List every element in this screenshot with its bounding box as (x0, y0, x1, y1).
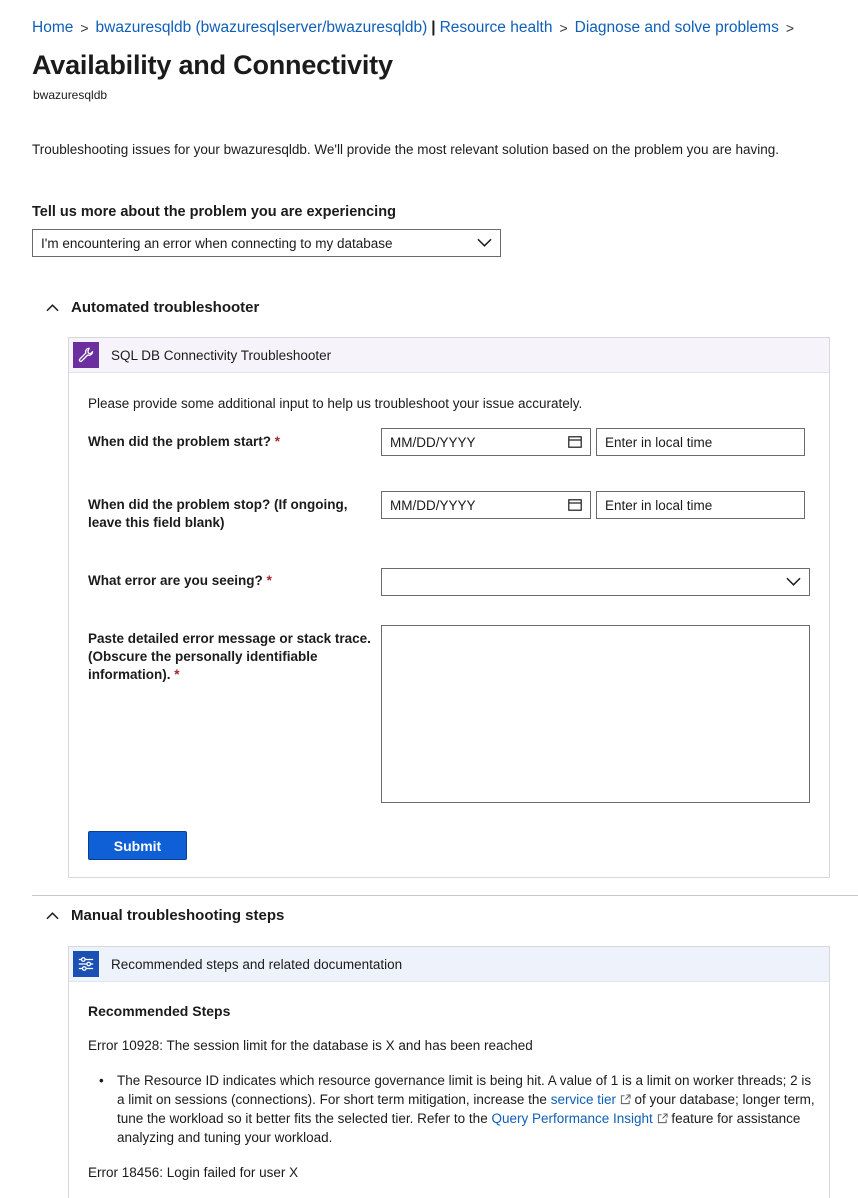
troubleshooter-card-header: SQL DB Connectivity Troubleshooter (69, 338, 829, 373)
page-title: Availability and Connectivity (32, 50, 393, 80)
recommended-card-header: Recommended steps and related documentat… (69, 947, 829, 982)
section-divider (32, 895, 858, 896)
error-select[interactable] (381, 568, 810, 596)
chevron-down-icon (477, 238, 492, 247)
problem-select-value: I'm encountering an error when connectin… (41, 235, 393, 251)
stop-time-input[interactable]: Enter in local time (596, 491, 805, 519)
manual-section-title: Manual troubleshooting steps (71, 907, 285, 924)
problem-label: Tell us more about the problem you are e… (32, 204, 396, 220)
intro-text: Troubleshooting issues for your bwazures… (32, 142, 779, 157)
troubleshooter-prompt: Please provide some additional input to … (88, 396, 583, 411)
breadcrumb-separator: > (785, 20, 795, 36)
breadcrumb-database[interactable]: bwazuresqldb (bwazuresqlserver/bwazuresq… (96, 19, 428, 37)
chevron-up-icon (46, 912, 59, 920)
external-link-icon[interactable] (620, 1094, 631, 1105)
page-subtitle: bwazuresqldb (33, 88, 108, 102)
start-time-input[interactable]: Enter in local time (596, 428, 805, 456)
query-performance-insight-link[interactable]: Query Performance Insight (491, 1111, 652, 1126)
sliders-icon (73, 951, 99, 977)
error-label: What error are you seeing? * (88, 573, 272, 588)
bullet-dot: • (99, 1073, 104, 1088)
breadcrumb-resource-health[interactable]: Resource health (440, 19, 553, 37)
start-date-input[interactable]: MM/DD/YYYY (381, 428, 591, 456)
breadcrumb: Home > bwazuresqldb (bwazuresqlserver/bw… (32, 19, 801, 37)
start-label: When did the problem start? * (88, 434, 281, 449)
stop-label: When did the problem stop? (If ongoing, … (88, 497, 348, 530)
recommended-card-title: Recommended steps and related documentat… (111, 956, 403, 972)
details-label: Paste detailed error message or stack tr… (88, 631, 371, 682)
breadcrumb-diagnose[interactable]: Diagnose and solve problems (575, 19, 779, 37)
automated-section-header[interactable]: Automated troubleshooter (46, 299, 259, 316)
automated-section-title: Automated troubleshooter (71, 299, 260, 316)
breadcrumb-separator: > (559, 20, 568, 36)
required-mark: * (274, 434, 281, 449)
required-mark: * (174, 667, 180, 682)
calendar-icon[interactable] (568, 499, 582, 511)
calendar-icon[interactable] (568, 436, 582, 448)
wrench-icon (73, 342, 99, 368)
breadcrumb-pipe: | (431, 19, 436, 36)
stop-date-input[interactable]: MM/DD/YYYY (381, 491, 591, 519)
chevron-down-icon (786, 577, 801, 586)
problem-select[interactable]: I'm encountering an error when connectin… (32, 229, 501, 257)
required-mark: * (266, 573, 272, 588)
submit-button[interactable]: Submit (88, 831, 187, 860)
service-tier-link[interactable]: service tier (551, 1092, 616, 1107)
error-18456: Error 18456: Login failed for user X (88, 1165, 299, 1180)
recommended-steps-heading: Recommended Steps (88, 1003, 231, 1019)
details-textarea[interactable] (381, 625, 810, 803)
external-link-icon[interactable] (657, 1113, 668, 1124)
recommended-bullet: • The Resource ID indicates which resour… (99, 1073, 815, 1145)
manual-section-header[interactable]: Manual troubleshooting steps (46, 907, 284, 924)
breadcrumb-separator: > (80, 20, 89, 36)
troubleshooter-card-title: SQL DB Connectivity Troubleshooter (111, 347, 332, 363)
breadcrumb-home[interactable]: Home (32, 19, 73, 37)
chevron-up-icon (46, 304, 59, 312)
error-10928: Error 10928: The session limit for the d… (88, 1038, 533, 1053)
